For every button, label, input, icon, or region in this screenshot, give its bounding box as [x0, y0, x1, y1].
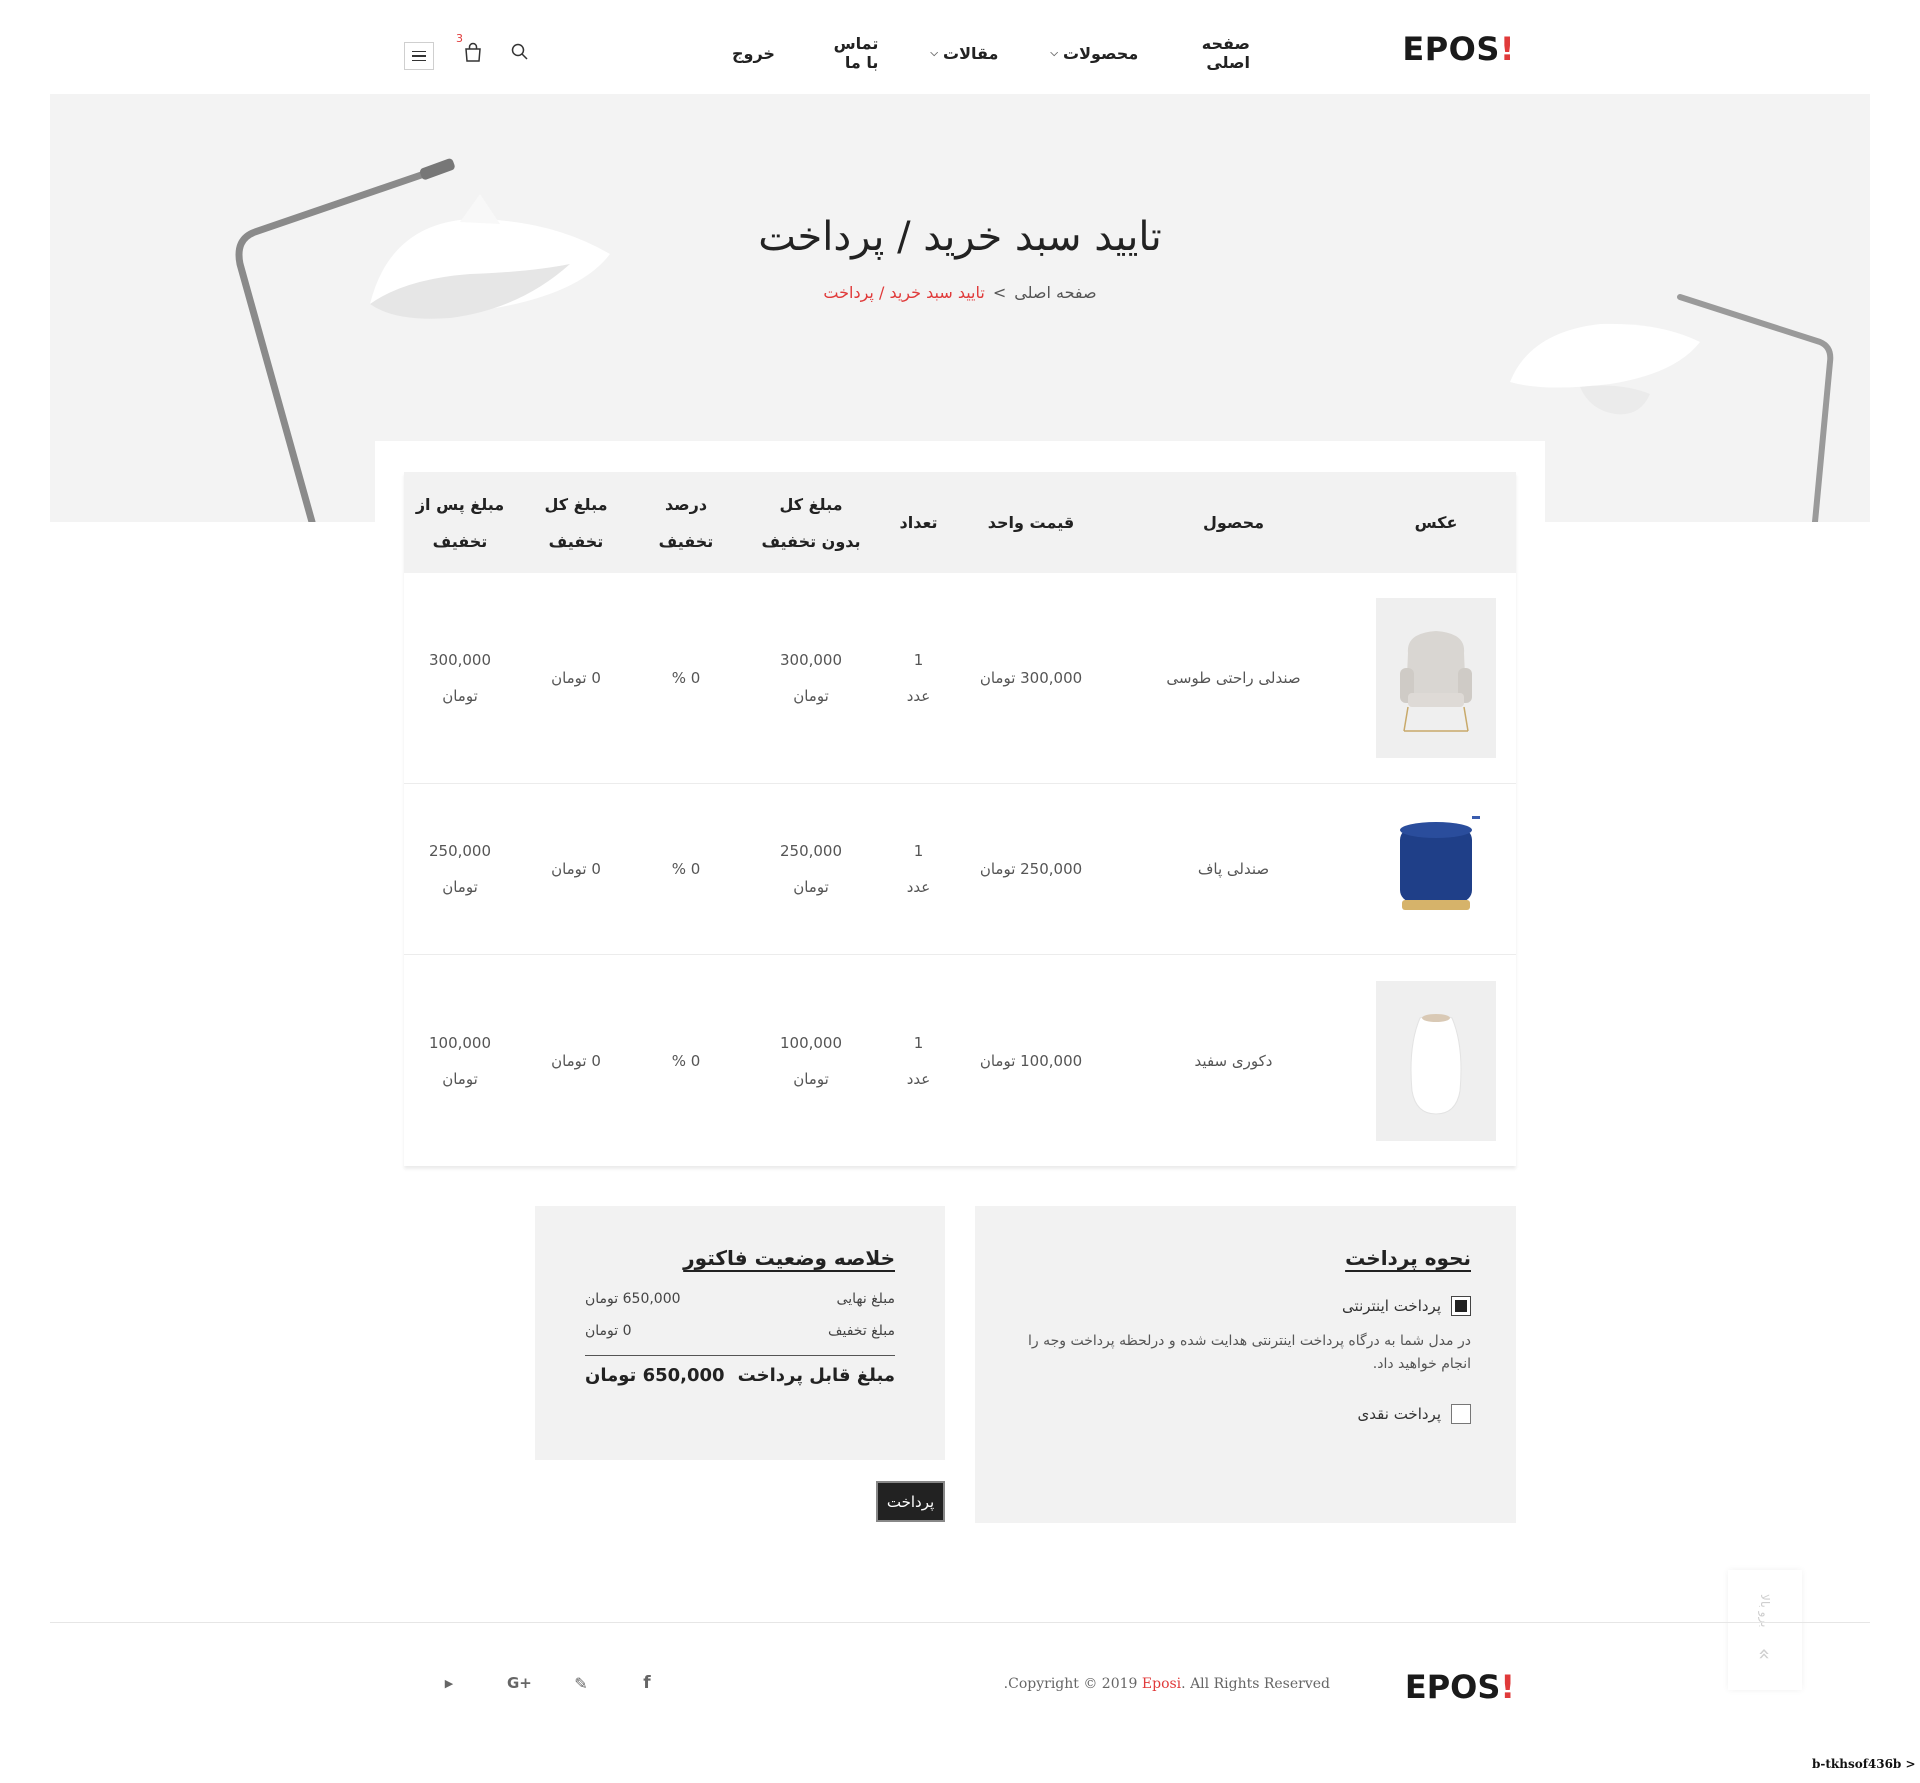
cart-icon [465, 42, 481, 62]
online-payment-description: در مدل شما به درگاه پرداخت اینترنتی هدای… [1028, 1333, 1471, 1372]
final-price: 100,000 [428, 1033, 492, 1052]
back-to-top-button[interactable]: برو بالا « [1728, 1570, 1802, 1690]
quantity-unit: عدد [906, 878, 931, 896]
quantity-unit: عدد [906, 687, 931, 705]
total-price: 250,000 [779, 842, 843, 860]
copyright-text: .Copyright © 2019 Eposi. All Rights Rese… [1003, 1676, 1330, 1692]
final-price: 250,000 [428, 842, 492, 860]
search-icon [511, 43, 528, 60]
total-price: 100,000 [779, 1033, 843, 1052]
breadcrumb-separator: > [992, 283, 1007, 302]
main-nav: صفحه اصلی محصولات ⌵ مقالات ⌵ تماس با ما خر… [680, 34, 1250, 72]
armchair-photo[interactable] [1376, 598, 1496, 758]
unit-price: 250,000 تومان [979, 860, 1083, 878]
quantity: 1 [913, 842, 924, 860]
youtube-icon[interactable]: ▶ [441, 1677, 457, 1690]
table-row: صندلی راحتی طوسی 300,000 تومان 1 عدد 300,… [404, 573, 1516, 784]
discount-percent: 0 % [671, 669, 701, 687]
footer-logo[interactable]: EPOS! [1405, 1668, 1515, 1706]
breadcrumb-current: تایید سبد خرید / پرداخت [823, 283, 985, 302]
payable-amount-row: مبلغ قابل پرداخت 650,000 تومان [585, 1355, 895, 1386]
nav-logout[interactable]: خروج [732, 34, 775, 72]
search-button[interactable] [510, 42, 530, 62]
nav-articles[interactable]: مقالات ⌵ [930, 34, 998, 72]
payment-option-cash[interactable]: پرداخت نقدی [1020, 1404, 1471, 1424]
table-row: دکوری سفید 100,000 تومان 1 عدد 100,000 توم… [404, 955, 1516, 1166]
cart-count-badge: 3 [456, 32, 463, 45]
table-header: عکس محصول قیمت واحد تعداد مبلغ کل بدون تخ… [404, 472, 1516, 573]
cart-table: عکس محصول قیمت واحد تعداد مبلغ کل بدون تخ… [404, 472, 1516, 1166]
social-links: ▶ G+ ✎ f [441, 1673, 705, 1693]
unit-price: 300,000 تومان [979, 669, 1083, 687]
double-chevron-up-icon: « [1753, 1647, 1777, 1660]
invoice-summary-title: خلاصه وضعیت فاکتور [683, 1246, 895, 1270]
payable-amount-value: 650,000 تومان [585, 1365, 725, 1386]
column-header: مبلغ پس از تخفیف [415, 494, 505, 551]
quantity: 1 [913, 1033, 924, 1052]
google-plus-icon[interactable]: G+ [507, 1674, 532, 1692]
discount-total: 0 تومان [551, 669, 601, 687]
vase-photo[interactable] [1376, 980, 1496, 1141]
column-header: محصول [1202, 513, 1265, 532]
nav-home[interactable]: صفحه اصلی [1190, 34, 1250, 72]
nav-products[interactable]: محصولات ⌵ [1050, 34, 1138, 72]
column-header: قیمت واحد [987, 513, 1075, 532]
page-title: تایید سبد خرید / پرداخت [758, 214, 1162, 260]
nav-contact[interactable]: تماس با ما [827, 34, 879, 72]
header-tools: 3 [404, 32, 530, 70]
chevron-down-icon: ⌵ [1050, 47, 1059, 59]
cart-button[interactable]: 3 [456, 32, 484, 63]
online-payment-label: پرداخت اینترنتی [1342, 1297, 1441, 1315]
pay-button[interactable]: پرداخت [876, 1481, 945, 1522]
cash-payment-radio[interactable] [1451, 1404, 1471, 1424]
unit-price: 100,000 تومان [979, 1051, 1083, 1070]
product-name: صندلی راحتی طوسی [1166, 669, 1301, 687]
final-amount-row: مبلغ نهایی 650,000 تومان [585, 1291, 895, 1307]
payment-option-online[interactable]: پرداخت اینترنتی [1020, 1296, 1471, 1316]
product-name: صندلی پاف [1197, 860, 1270, 878]
chevron-down-icon: ⌵ [930, 47, 938, 59]
column-header: عکس [1414, 513, 1458, 532]
column-header: درصد تخفیف [658, 494, 714, 551]
quantity-unit: عدد [906, 1069, 931, 1088]
facebook-icon[interactable]: f [639, 1673, 655, 1693]
copyright-brand-link[interactable]: Eposi [1142, 1676, 1181, 1692]
table-row: صندلی پاف 250,000 تومان 1 عدد 250,000 توما… [404, 784, 1516, 955]
quantity: 1 [913, 651, 924, 669]
payment-method-panel: نحوه پرداخت پرداخت اینترنتی در مدل شما ب… [975, 1206, 1516, 1523]
column-header: مبلغ کل تخفیف [544, 494, 608, 551]
online-payment-radio[interactable] [1451, 1296, 1471, 1316]
site-header: EPOS! صفحه اصلی محصولات ⌵ مقالات ⌵ تماس با… [0, 0, 1920, 94]
breadcrumb: صفحه اصلی > تایید سبد خرید / پرداخت [0, 283, 1920, 302]
final-amount-value: 650,000 تومان [585, 1291, 681, 1307]
product-name: دکوری سفید [1194, 1051, 1273, 1070]
payment-method-title: نحوه پرداخت [1345, 1246, 1471, 1270]
invoice-summary-panel: خلاصه وضعیت فاکتور مبلغ نهایی 650,000 توم… [535, 1206, 945, 1460]
discount-amount-value: 0 تومان [585, 1323, 632, 1339]
cash-payment-label: پرداخت نقدی [1357, 1405, 1441, 1423]
total-price: 300,000 [779, 651, 843, 669]
final-price: 300,000 [428, 651, 492, 669]
discount-amount-row: مبلغ تخفیف 0 تومان [585, 1323, 895, 1339]
twitter-icon[interactable]: ✎ [573, 1674, 589, 1693]
footer-divider [50, 1622, 1870, 1623]
status-tag: b-tkhsof436b > [1812, 1757, 1916, 1771]
discount-percent: 0 % [671, 1051, 701, 1070]
breadcrumb-home[interactable]: صفحه اصلی [1014, 283, 1096, 302]
discount-total: 0 تومان [551, 860, 601, 878]
discount-total: 0 تومان [551, 1051, 601, 1070]
pouf-photo[interactable] [1376, 809, 1496, 929]
discount-percent: 0 % [671, 860, 701, 878]
site-logo[interactable]: EPOS! [1402, 30, 1515, 68]
menu-icon[interactable] [404, 42, 434, 70]
column-header: تعداد [899, 513, 938, 532]
column-header: مبلغ کل بدون تخفیف [761, 494, 861, 551]
